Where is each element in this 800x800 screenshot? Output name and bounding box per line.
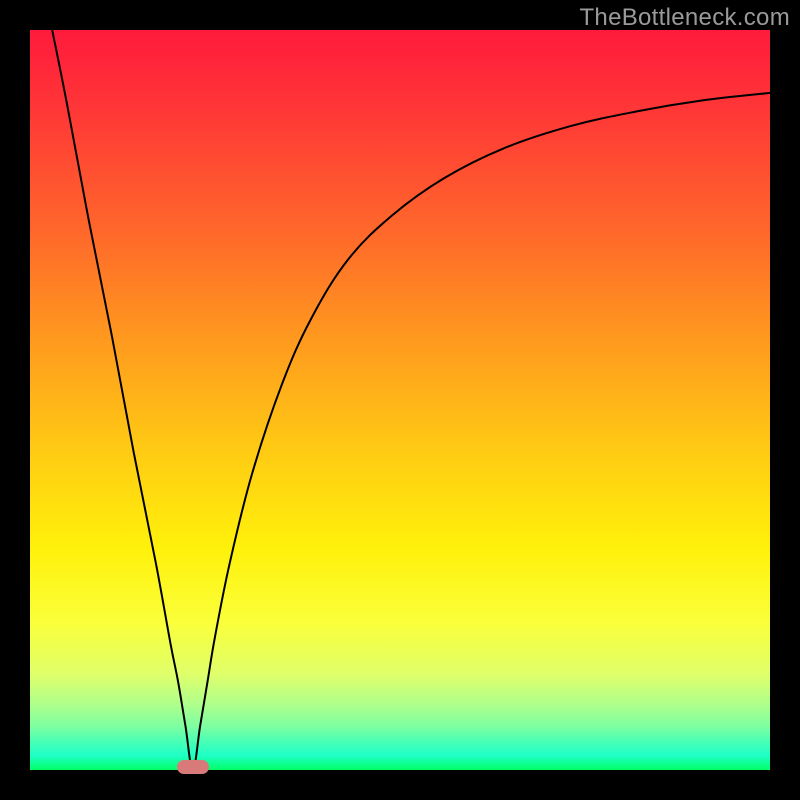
curve-layer bbox=[30, 30, 770, 770]
chart-container: TheBottleneck.com bbox=[0, 0, 800, 800]
minimum-marker bbox=[177, 760, 209, 774]
bottleneck-curve bbox=[52, 30, 770, 770]
watermark-text: TheBottleneck.com bbox=[579, 4, 790, 32]
